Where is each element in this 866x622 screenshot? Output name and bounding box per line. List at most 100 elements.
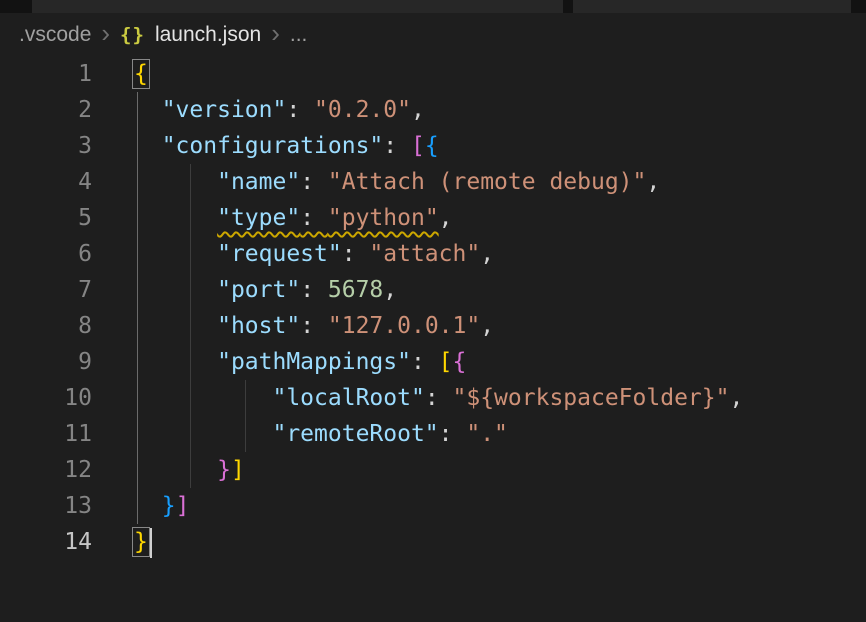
line-number[interactable]: 8 [0, 308, 92, 344]
token: : [300, 169, 328, 195]
token: "type" [217, 205, 300, 231]
chevron-right-icon: › [271, 20, 280, 46]
token: "localRoot" [272, 385, 424, 411]
token: , [729, 385, 743, 411]
token: "python" [328, 205, 439, 231]
token: "pathMappings" [217, 349, 411, 375]
token: 5678 [328, 277, 383, 303]
line-number[interactable]: 13 [0, 488, 92, 524]
line-number[interactable]: 10 [0, 380, 92, 416]
token: ] [231, 457, 245, 483]
token: { [134, 61, 148, 87]
code-line[interactable]: 7 "port": 5678, [0, 272, 866, 308]
token: : [300, 313, 328, 339]
token: : [425, 385, 453, 411]
token: , [411, 97, 425, 123]
line-number[interactable]: 5 [0, 200, 92, 236]
token: [ [439, 349, 453, 375]
breadcrumb-file[interactable]: launch.json [155, 23, 261, 47]
code-line[interactable]: 14} [0, 524, 866, 560]
token: : [286, 97, 314, 123]
token: "${workspaceFolder}" [453, 385, 730, 411]
code-content: }] [134, 488, 189, 524]
tab-edge-left [0, 0, 32, 13]
tab-bar-edge [0, 0, 866, 13]
token: [ [411, 133, 425, 159]
code-line[interactable]: 10 "localRoot": "${workspaceFolder}", [0, 380, 866, 416]
code-content: "remoteRoot": "." [134, 416, 508, 452]
text-cursor [150, 528, 152, 558]
token: , [383, 277, 397, 303]
token: : [300, 277, 328, 303]
code-content: "request": "attach", [134, 236, 494, 272]
indent [134, 169, 217, 195]
code-line[interactable]: 13 }] [0, 488, 866, 524]
code-content: "port": 5678, [134, 272, 397, 308]
token: } [162, 493, 176, 519]
indent [134, 385, 272, 411]
line-number[interactable]: 4 [0, 164, 92, 200]
indent [134, 241, 217, 267]
token: "request" [217, 241, 342, 267]
json-file-icon: {} [120, 24, 145, 46]
line-number[interactable]: 14 [0, 524, 92, 560]
indent [134, 133, 162, 159]
editor[interactable]: 1{2 "version": "0.2.0",3 "configurations… [0, 56, 866, 560]
token: { [425, 133, 439, 159]
breadcrumb-folder[interactable]: .vscode [19, 23, 91, 47]
tab-divider [563, 0, 573, 13]
code-line[interactable]: 5 "type": "python", [0, 200, 866, 236]
code-line[interactable]: 6 "request": "attach", [0, 236, 866, 272]
code-line[interactable]: 4 "name": "Attach (remote debug)", [0, 164, 866, 200]
code-line[interactable]: 9 "pathMappings": [{ [0, 344, 866, 380]
token: "configurations" [162, 133, 384, 159]
token: "127.0.0.1" [328, 313, 480, 339]
code-content: "localRoot": "${workspaceFolder}", [134, 380, 743, 416]
token: "0.2.0" [314, 97, 411, 123]
breadcrumbs: .vscode › {} launch.json › ... [0, 13, 866, 56]
indent [134, 457, 217, 483]
code-content: "host": "127.0.0.1", [134, 308, 494, 344]
line-number[interactable]: 11 [0, 416, 92, 452]
code-line[interactable]: 12 }] [0, 452, 866, 488]
token: : [411, 349, 439, 375]
code-content: "version": "0.2.0", [134, 92, 425, 128]
line-number[interactable]: 7 [0, 272, 92, 308]
code-line[interactable]: 11 "remoteRoot": "." [0, 416, 866, 452]
code-content: } [134, 524, 152, 560]
token: } [217, 457, 231, 483]
token: : [342, 241, 370, 267]
token: "remoteRoot" [272, 421, 438, 447]
code-line[interactable]: 1{ [0, 56, 866, 92]
line-number[interactable]: 6 [0, 236, 92, 272]
token: : [383, 133, 411, 159]
chevron-right-icon: › [101, 20, 110, 46]
code-content: "pathMappings": [{ [134, 344, 466, 380]
token: : [300, 205, 328, 231]
line-number[interactable]: 1 [0, 56, 92, 92]
token: { [453, 349, 467, 375]
token: "host" [217, 313, 300, 339]
code-content: "configurations": [{ [134, 128, 439, 164]
line-number[interactable]: 9 [0, 344, 92, 380]
indent [134, 493, 162, 519]
code-line[interactable]: 3 "configurations": [{ [0, 128, 866, 164]
code-line[interactable]: 8 "host": "127.0.0.1", [0, 308, 866, 344]
line-number[interactable]: 2 [0, 92, 92, 128]
token: "Attach (remote debug)" [328, 169, 647, 195]
tab-divider [851, 0, 866, 13]
indent [134, 97, 162, 123]
code-content: "type": "python", [134, 200, 453, 236]
token: , [439, 205, 453, 231]
indent [134, 421, 272, 447]
code-content: }] [134, 452, 245, 488]
token: , [480, 241, 494, 267]
code-content: "name": "Attach (remote debug)", [134, 164, 660, 200]
line-number[interactable]: 12 [0, 452, 92, 488]
line-number[interactable]: 3 [0, 128, 92, 164]
indent [134, 277, 217, 303]
code-line[interactable]: 2 "version": "0.2.0", [0, 92, 866, 128]
breadcrumb-symbol-overflow[interactable]: ... [290, 23, 308, 47]
code-content: { [134, 56, 148, 92]
indent [134, 205, 217, 231]
